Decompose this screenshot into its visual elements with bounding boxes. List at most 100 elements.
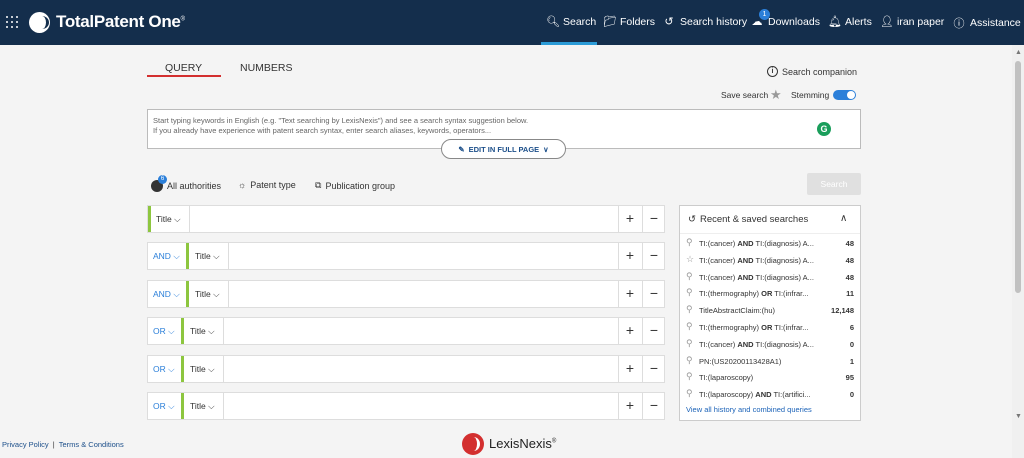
tab-numbers[interactable]: NUMBERS [240, 62, 293, 74]
row-separator [618, 206, 619, 232]
nav-folders[interactable]: 📁︎ Folders [603, 15, 655, 28]
patent-type-filter[interactable]: ☼ Patent type [238, 180, 296, 190]
row-separator [223, 318, 224, 344]
remove-row-button[interactable]: − [644, 397, 664, 413]
remove-row-button[interactable]: − [644, 247, 664, 263]
field-select[interactable]: Title ⌵ [195, 289, 220, 300]
add-row-button[interactable]: + [620, 210, 640, 226]
nav-search[interactable]: 🔍︎ Search [546, 15, 596, 28]
field-select[interactable]: Title ⌵ [190, 326, 215, 337]
recent-search-item[interactable]: ☆TI:(cancer) AND TI:(diagnosis) A...48 [686, 255, 854, 267]
all-authorities-filter[interactable]: 6 All authorities [151, 180, 221, 192]
row-separator [228, 243, 229, 269]
row-separator [642, 318, 643, 344]
publication-group-icon: ⧉ [315, 180, 321, 191]
recent-search-item[interactable]: ⚲TI:(thermography) OR TI:(infrar...6 [686, 322, 854, 334]
query-row: AND ⌵ Title ⌵ + − [147, 280, 665, 308]
grammar-check-icon[interactable]: G [817, 122, 831, 136]
app-grid-icon[interactable] [6, 16, 18, 28]
recent-search-item[interactable]: ⚲TI:(cancer) AND TI:(diagnosis) A...0 [686, 339, 854, 351]
recent-search-item[interactable]: ⚲TI:(laparoscopy) AND TI:(artifici...0 [686, 389, 854, 401]
scrollbar-thumb[interactable] [1015, 61, 1021, 293]
recent-search-query: TI:(cancer) AND TI:(diagnosis) A... [699, 340, 827, 349]
operator-select[interactable]: AND ⌵ [153, 251, 180, 262]
recent-search-item[interactable]: ⚲TI:(laparoscopy)95 [686, 372, 854, 384]
add-row-button[interactable]: + [620, 247, 640, 263]
tab-query[interactable]: QUERY [165, 62, 202, 74]
search-icon: ⚲ [686, 338, 693, 349]
operator-select[interactable]: OR ⌵ [153, 364, 175, 375]
terms-conditions-link[interactable]: Terms & Conditions [59, 440, 124, 449]
field-select[interactable]: Title ⌵ [190, 364, 215, 375]
info-icon: i [767, 66, 778, 77]
page-scrollbar[interactable]: ▲ ▼ [1012, 45, 1024, 458]
app-brand[interactable]: TotalPatent One® [56, 12, 185, 32]
stemming-toggle[interactable] [833, 90, 856, 100]
bell-icon: 🔔︎ [828, 15, 840, 28]
recent-search-query: TI:(cancer) AND TI:(diagnosis) A... [699, 256, 827, 265]
view-all-history-link[interactable]: View all history and combined queries [686, 405, 812, 414]
remove-row-button[interactable]: − [644, 210, 664, 226]
operator-select[interactable]: OR ⌵ [153, 326, 175, 337]
save-search-label: Save search [721, 90, 768, 100]
row-indicator [148, 206, 151, 232]
search-button[interactable]: Search [807, 173, 861, 195]
row-separator [618, 318, 619, 344]
recent-search-count: 48 [846, 273, 854, 282]
publication-group-filter[interactable]: ⧉ Publication group [315, 180, 395, 191]
privacy-policy-link[interactable]: Privacy Policy [2, 440, 49, 449]
field-select[interactable]: Title ⌵ [195, 251, 220, 262]
star-icon[interactable]: ★ [770, 87, 782, 103]
field-select[interactable]: Title ⌵ [190, 401, 215, 412]
operator-select[interactable]: AND ⌵ [153, 289, 180, 300]
recent-search-count: 1 [850, 357, 854, 366]
history-icon: ↺ [663, 15, 675, 28]
row-separator [618, 393, 619, 419]
field-select[interactable]: Title ⌵ [156, 214, 181, 225]
row-indicator [181, 393, 184, 419]
add-row-button[interactable]: + [620, 360, 640, 376]
search-icon: ⚲ [686, 287, 693, 298]
edit-in-full-page-button[interactable]: ✎ EDIT IN FULL PAGE ∨ [441, 139, 566, 159]
query-row: OR ⌵ Title ⌵ + − [147, 317, 665, 345]
panel-divider [680, 233, 860, 234]
remove-row-button[interactable]: − [644, 285, 664, 301]
recent-search-item[interactable]: ⚲PN:(US20200113428A1)1 [686, 356, 854, 368]
search-icon: ⚲ [686, 371, 693, 382]
recent-search-count: 6 [850, 323, 854, 332]
add-row-button[interactable]: + [620, 397, 640, 413]
scroll-down-arrow-icon[interactable]: ▼ [1015, 413, 1022, 420]
nav-assistance[interactable]: ⓘ Assistance [953, 15, 1021, 31]
recent-search-item[interactable]: ⚲TitleAbstractClaim:(hu)12,148 [686, 305, 854, 317]
search-companion-link[interactable]: i Search companion [767, 66, 857, 77]
search-icon: ⚲ [686, 271, 693, 282]
star-icon[interactable]: ☆ [686, 254, 694, 265]
remove-row-button[interactable]: − [644, 360, 664, 376]
remove-row-button[interactable]: − [644, 322, 664, 338]
recent-search-query: TI:(thermography) OR TI:(infrar... [699, 289, 827, 298]
recent-search-item[interactable]: ⚲TI:(cancer) AND TI:(diagnosis) A...48 [686, 238, 854, 250]
row-separator [223, 356, 224, 382]
search-icon: ⚲ [686, 304, 693, 315]
row-indicator [181, 318, 184, 344]
search-icon: 🔍︎ [546, 15, 558, 28]
row-indicator [186, 281, 189, 307]
nav-user[interactable]: 👤︎ iran paper [880, 15, 944, 28]
add-row-button[interactable]: + [620, 285, 640, 301]
stemming-label: Stemming [791, 90, 829, 100]
collapse-chevron-icon[interactable]: ∧ [840, 213, 847, 224]
nav-alerts[interactable]: 🔔︎ Alerts [828, 15, 872, 28]
nav-search-history[interactable]: ↺ Search history [663, 15, 747, 28]
operator-select[interactable]: OR ⌵ [153, 401, 175, 412]
recent-search-query: TitleAbstractClaim:(hu) [699, 306, 827, 315]
row-separator [228, 281, 229, 307]
row-separator [189, 206, 190, 232]
row-separator [642, 281, 643, 307]
row-indicator [186, 243, 189, 269]
user-settings-icon: 👤︎ [880, 15, 892, 28]
recent-search-item[interactable]: ⚲TI:(cancer) AND TI:(diagnosis) A...48 [686, 272, 854, 284]
recent-search-item[interactable]: ⚲TI:(thermography) OR TI:(infrar...11 [686, 288, 854, 300]
add-row-button[interactable]: + [620, 322, 640, 338]
scroll-up-arrow-icon[interactable]: ▲ [1015, 49, 1022, 56]
recent-search-query: TI:(laparoscopy) [699, 373, 827, 382]
